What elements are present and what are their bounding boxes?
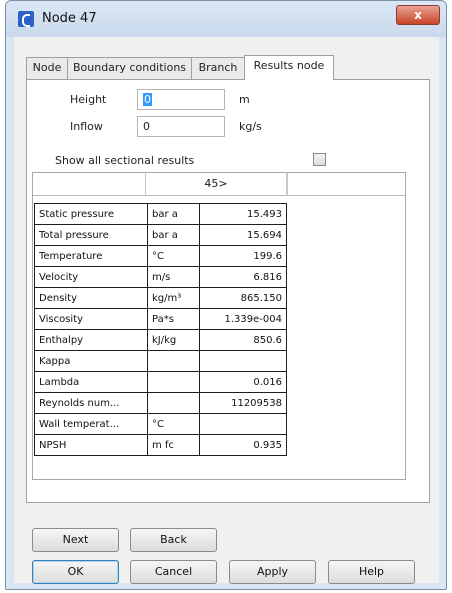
result-value-cell[interactable]: 11209538 — [199, 392, 287, 414]
inflow-unit: kg/s — [239, 120, 262, 133]
apply-button[interactable]: Apply — [229, 560, 316, 584]
height-label: Height — [70, 93, 107, 106]
table-row: Kappa — [34, 350, 287, 372]
tab-boundary-conditions[interactable]: Boundary conditions — [67, 57, 192, 79]
result-unit-cell[interactable]: °C — [147, 245, 200, 267]
inflow-input[interactable]: 0 — [137, 116, 225, 137]
table-row: Total pressure bar a 15.694 — [34, 224, 287, 246]
window-title: Node 47 — [42, 11, 97, 26]
result-value-cell[interactable]: 865.150 — [199, 287, 287, 309]
result-value-cell[interactable]: 6.816 — [199, 266, 287, 288]
show-all-sectional-label: Show all sectional results — [55, 154, 195, 167]
header-divider — [287, 173, 288, 196]
table-row: Reynolds num... 11209538 — [34, 392, 287, 414]
result-unit-cell[interactable]: bar a — [147, 203, 200, 225]
result-value-cell[interactable]: 1.339e-004 — [199, 308, 287, 330]
result-unit-cell[interactable]: kJ/kg — [147, 329, 200, 351]
result-name-cell[interactable]: Reynolds num... — [34, 392, 148, 414]
results-header: 45> — [33, 173, 405, 196]
table-row: Static pressure bar a 15.493 — [34, 203, 287, 225]
result-unit-cell[interactable]: m fc — [147, 434, 200, 456]
table-row: Temperature °C 199.6 — [34, 245, 287, 267]
result-name-cell[interactable]: Density — [34, 287, 148, 309]
ok-button[interactable]: OK — [32, 560, 119, 584]
back-button[interactable]: Back — [130, 528, 217, 552]
result-value-cell[interactable] — [199, 413, 287, 435]
app-logo-icon — [18, 11, 34, 27]
result-name-cell[interactable]: Enthalpy — [34, 329, 148, 351]
close-button[interactable]: x — [396, 5, 440, 25]
show-all-sectional-checkbox[interactable] — [313, 153, 326, 166]
tab-branch[interactable]: Branch — [191, 57, 245, 79]
table-row: Viscosity Pa*s 1.339e-004 — [34, 308, 287, 330]
table-row: Density kg/m³ 865.150 — [34, 287, 287, 309]
result-name-cell[interactable]: Temperature — [34, 245, 148, 267]
dialog-window: Node 47 x Node Boundary conditions Branc… — [5, 0, 447, 590]
result-unit-cell[interactable]: °C — [147, 413, 200, 435]
table-row: Enthalpy kJ/kg 850.6 — [34, 329, 287, 351]
result-unit-cell[interactable]: kg/m³ — [147, 287, 200, 309]
result-unit-cell[interactable]: m/s — [147, 266, 200, 288]
table-row: Lambda 0.016 — [34, 371, 287, 393]
table-row: Wall temperat... °C — [34, 413, 287, 435]
next-button[interactable]: Next — [32, 528, 119, 552]
results-table: Static pressure bar a 15.493 Total pressure… — [34, 203, 287, 456]
result-name-cell[interactable]: Velocity — [34, 266, 148, 288]
result-name-cell[interactable]: Lambda — [34, 371, 148, 393]
height-value: 0 — [143, 93, 152, 106]
height-unit: m — [239, 93, 250, 106]
tab-node[interactable]: Node — [26, 57, 68, 79]
result-value-cell[interactable]: 0.016 — [199, 371, 287, 393]
result-name-cell[interactable]: Viscosity — [34, 308, 148, 330]
results-grid[interactable]: 45> Static pressure bar a 15.493 Total pres… — [32, 172, 406, 480]
result-name-cell[interactable]: Static pressure — [34, 203, 148, 225]
dialog-body: Node Boundary conditions Branch Results … — [14, 37, 439, 584]
table-row: NPSH m fc 0.935 — [34, 434, 287, 456]
close-icon: x — [414, 8, 422, 22]
result-name-cell[interactable]: NPSH — [34, 434, 148, 456]
result-unit-cell[interactable]: Pa*s — [147, 308, 200, 330]
result-value-cell[interactable]: 15.694 — [199, 224, 287, 246]
result-value-cell[interactable]: 850.6 — [199, 329, 287, 351]
result-unit-cell[interactable] — [147, 371, 200, 393]
result-name-cell[interactable]: Kappa — [34, 350, 148, 372]
result-value-cell[interactable]: 15.493 — [199, 203, 287, 225]
result-value-cell[interactable] — [199, 350, 287, 372]
header-blank-cell — [33, 173, 146, 196]
height-input[interactable]: 0 — [137, 89, 225, 110]
result-name-cell[interactable]: Wall temperat... — [34, 413, 148, 435]
inflow-label: Inflow — [70, 120, 103, 133]
result-unit-cell[interactable]: bar a — [147, 224, 200, 246]
result-value-cell[interactable]: 199.6 — [199, 245, 287, 267]
title-bar[interactable]: Node 47 x — [6, 1, 446, 37]
table-row: Velocity m/s 6.816 — [34, 266, 287, 288]
result-unit-cell[interactable] — [147, 350, 200, 372]
cancel-button[interactable]: Cancel — [130, 560, 217, 584]
tab-results-node[interactable]: Results node — [244, 55, 334, 80]
header-column-45[interactable]: 45> — [146, 173, 287, 196]
result-unit-cell[interactable] — [147, 392, 200, 414]
result-value-cell[interactable]: 0.935 — [199, 434, 287, 456]
result-name-cell[interactable]: Total pressure — [34, 224, 148, 246]
help-button[interactable]: Help — [328, 560, 415, 584]
